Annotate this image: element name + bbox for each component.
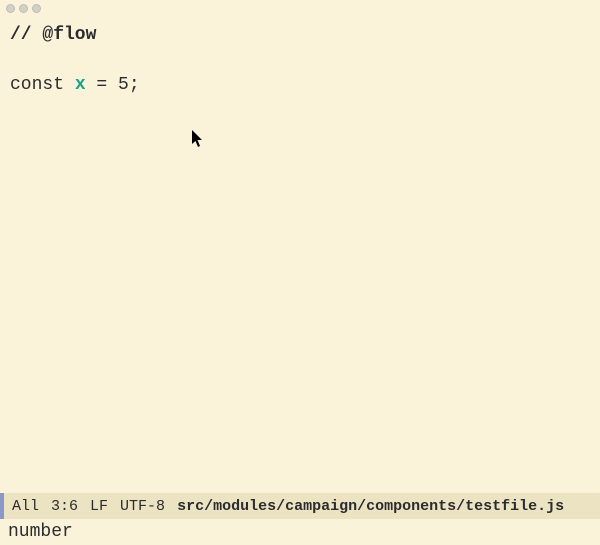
status-filepath: src/modules/campaign/components/testfile… (177, 498, 564, 515)
code-line-blank (10, 48, 590, 72)
code-line: const x = 5; (10, 72, 590, 98)
close-icon[interactable] (6, 4, 15, 13)
status-bar: All 3:6 LF UTF-8 src/modules/campaign/co… (0, 493, 600, 519)
identifier-token: x (75, 75, 86, 95)
status-position: 3:6 (51, 498, 78, 515)
code-line: // @flow (10, 22, 590, 48)
minimize-icon[interactable] (19, 4, 28, 13)
keyword-token: const (10, 75, 75, 95)
zoom-icon[interactable] (32, 4, 41, 13)
editor-window: // @flow const x = 5; All 3:6 LF UTF-8 s… (0, 0, 600, 545)
status-eol: LF (90, 498, 108, 515)
rest-token: = 5; (86, 75, 140, 95)
mouse-cursor-icon (192, 130, 204, 148)
comment-token: // @flow (10, 25, 96, 45)
status-encoding: UTF-8 (120, 498, 165, 515)
status-mode: All (12, 498, 39, 515)
code-editor[interactable]: // @flow const x = 5; (0, 16, 600, 493)
minibuffer[interactable]: number (0, 519, 600, 545)
window-titlebar (0, 0, 600, 16)
minibuffer-message: number (8, 522, 73, 542)
